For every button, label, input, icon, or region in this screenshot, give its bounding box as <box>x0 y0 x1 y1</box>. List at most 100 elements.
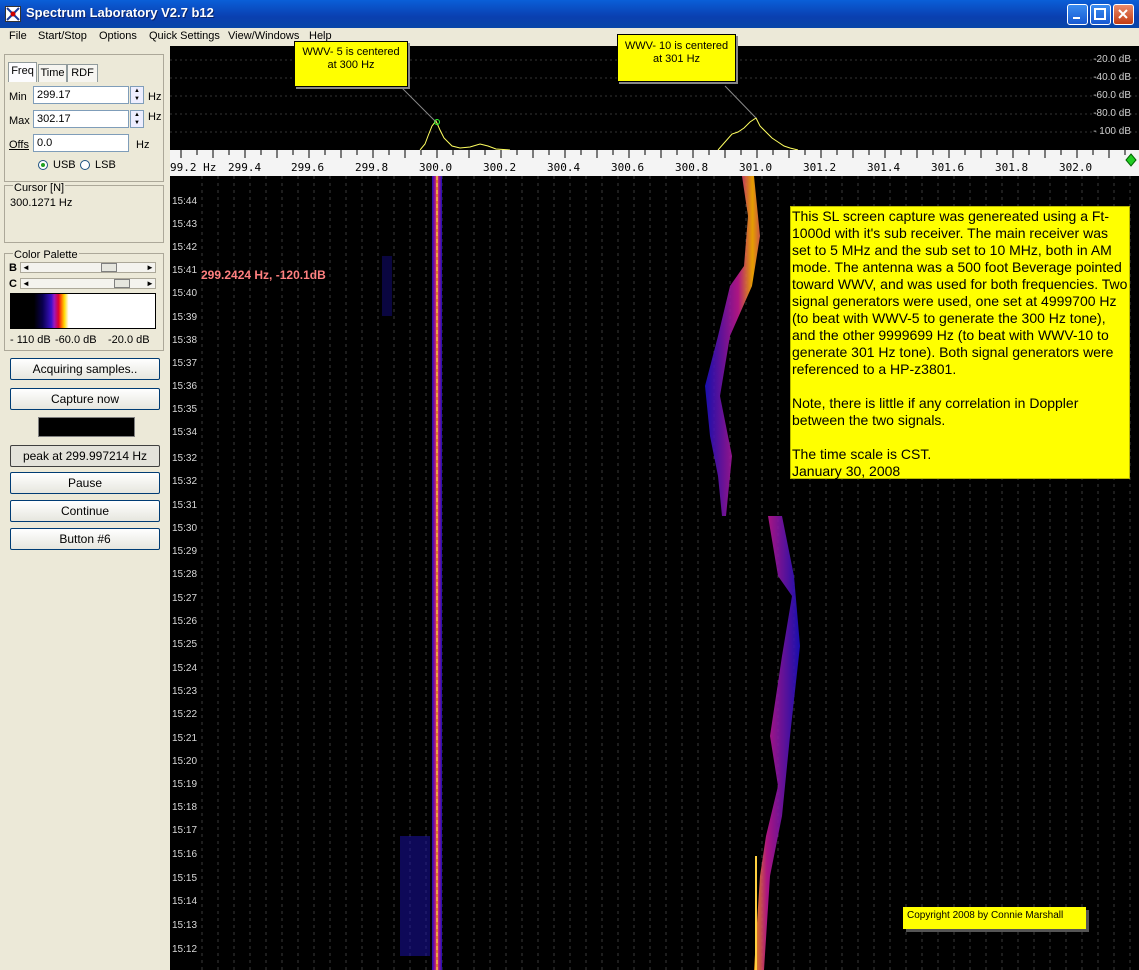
min-label: Min <box>9 91 27 103</box>
offs-field[interactable]: 0.0 <box>33 134 129 152</box>
min-spinner[interactable]: ▲ ▼ <box>130 86 144 104</box>
note-date: January 30, 2008 <box>792 463 901 479</box>
time-label: 15:32 <box>172 476 198 487</box>
freq-label: 299.8 <box>355 161 389 174</box>
offs-unit: Hz <box>136 139 150 151</box>
menu-options[interactable]: Options <box>99 30 137 42</box>
time-label: 15:15 <box>172 873 198 884</box>
time-label: 15:41 <box>172 265 198 276</box>
b-slider-right-arrow-icon[interactable]: ► <box>145 263 155 272</box>
freq-label: 300.4 <box>547 161 581 174</box>
continue-button[interactable]: Continue <box>10 500 160 522</box>
lsb-label: LSB <box>95 159 116 171</box>
peak-button[interactable]: peak at 299.997214 Hz <box>10 445 160 467</box>
time-label: 15:16 <box>172 849 198 860</box>
callout-wwv10-line2: at 301 Hz <box>652 53 701 65</box>
frequency-axis[interactable]: 99.2 Hz 299.4 299.6 299.8 300.0 300.2 30… <box>170 150 1139 176</box>
max-unit: Hz <box>148 111 162 123</box>
close-icon[interactable] <box>1113 4 1134 25</box>
acquiring-samples-button[interactable]: Acquiring samples.. <box>10 358 160 380</box>
tab-time[interactable]: Time <box>38 64 67 82</box>
max-label: Max <box>9 115 30 127</box>
time-label: 15:39 <box>172 312 198 323</box>
min-field[interactable]: 299.17 <box>33 86 129 104</box>
time-label: 15:28 <box>172 569 198 580</box>
tab-freq[interactable]: Freq <box>8 62 37 82</box>
freq-label: 301.6 <box>931 161 965 174</box>
max-spinner[interactable]: ▲ ▼ <box>130 110 144 128</box>
b-slider-thumb[interactable] <box>101 263 117 272</box>
callout-wwv5: WWV- 5 is centered at 300 Hz <box>294 41 408 87</box>
c-slider-thumb[interactable] <box>114 279 130 288</box>
b-label: B <box>9 262 17 274</box>
freq-label: 99.2 Hz <box>170 161 217 174</box>
app-icon <box>5 6 21 22</box>
time-label: 15:40 <box>172 288 198 299</box>
menu-file[interactable]: File <box>9 30 27 42</box>
note-paragraph: Note, there is little if any correlation… <box>792 395 1079 428</box>
callout-wwv10-line1: WWV- 10 is centered <box>624 40 729 52</box>
button-6[interactable]: Button #6 <box>10 528 160 550</box>
offs-label: Offs <box>9 139 29 151</box>
tab-rdf[interactable]: RDF <box>67 64 98 82</box>
menu-bar: File Start/Stop Options Quick Settings V… <box>0 28 1139 46</box>
freq-label: 300.6 <box>611 161 645 174</box>
b-slider[interactable]: ◄ ► <box>20 262 156 273</box>
c-slider-right-arrow-icon[interactable]: ► <box>145 279 155 288</box>
lsb-radio[interactable] <box>80 160 90 170</box>
callout-wwv10: WWV- 10 is centered at 301 Hz <box>617 34 736 82</box>
cursor-group-title: Cursor [N] <box>13 182 66 194</box>
callout-wwv5-line1: WWV- 5 is centered <box>302 46 400 58</box>
scroll-marker-icon[interactable] <box>1125 153 1137 167</box>
time-label: 15:19 <box>172 779 198 790</box>
freq-label: 299.6 <box>291 161 325 174</box>
callout-wwv5-line2: at 300 Hz <box>327 59 375 71</box>
usb-radio[interactable] <box>38 160 48 170</box>
palette-scale-min: - 110 dB <box>10 334 51 346</box>
color-palette-bar <box>10 293 156 329</box>
time-label: 15:32 <box>172 453 198 464</box>
menu-view-windows[interactable]: View/Windows <box>228 30 299 42</box>
db-label-20: -20.0 dB <box>1093 54 1131 65</box>
note-paragraph: The time scale is CST. <box>792 446 932 462</box>
time-label: 15:12 <box>172 944 198 955</box>
menu-start-stop[interactable]: Start/Stop <box>38 30 87 42</box>
time-label: 15:37 <box>172 358 198 369</box>
db-label-100: - 100 dB <box>1093 126 1131 137</box>
pause-button[interactable]: Pause <box>10 472 160 494</box>
time-label: 15:21 <box>172 733 198 744</box>
time-label: 15:38 <box>172 335 198 346</box>
maximize-icon[interactable] <box>1090 4 1111 25</box>
freq-label: 300.8 <box>675 161 709 174</box>
time-label: 15:26 <box>172 616 198 627</box>
status-indicator <box>38 417 135 437</box>
freq-label: 301.4 <box>867 161 901 174</box>
time-label: 15:34 <box>172 427 198 438</box>
c-slider-left-arrow-icon[interactable]: ◄ <box>21 279 31 288</box>
title-bar: Spectrum Laboratory V2.7 b12 <box>0 0 1139 28</box>
frequency-ticks <box>180 150 1126 158</box>
menu-quick-settings[interactable]: Quick Settings <box>149 30 220 42</box>
db-label-40: -40.0 dB <box>1093 72 1131 83</box>
max-field[interactable]: 302.17 <box>33 110 129 128</box>
time-label: 15:23 <box>172 686 198 697</box>
note-paragraph: This SL screen capture was genereated us… <box>792 208 1128 377</box>
freq-label: 300.2 <box>483 161 517 174</box>
time-label: 15:24 <box>172 663 198 674</box>
time-label: 15:44 <box>172 196 198 207</box>
c-slider[interactable]: ◄ ► <box>20 278 156 289</box>
minimize-icon[interactable] <box>1067 4 1088 25</box>
capture-now-button[interactable]: Capture now <box>10 388 160 410</box>
time-label: 15:13 <box>172 920 198 931</box>
time-label: 15:22 <box>172 709 198 720</box>
usb-label: USB <box>53 159 76 171</box>
time-label: 15:35 <box>172 404 198 415</box>
time-label: 15:17 <box>172 825 198 836</box>
freq-label: 301.2 <box>803 161 837 174</box>
freq-label: 300.0 <box>419 161 453 174</box>
freq-label: 301.8 <box>995 161 1029 174</box>
b-slider-left-arrow-icon[interactable]: ◄ <box>21 263 31 272</box>
time-label: 15:31 <box>172 500 198 511</box>
c-label: C <box>9 278 17 290</box>
cursor-value: 300.1271 Hz <box>10 197 73 209</box>
